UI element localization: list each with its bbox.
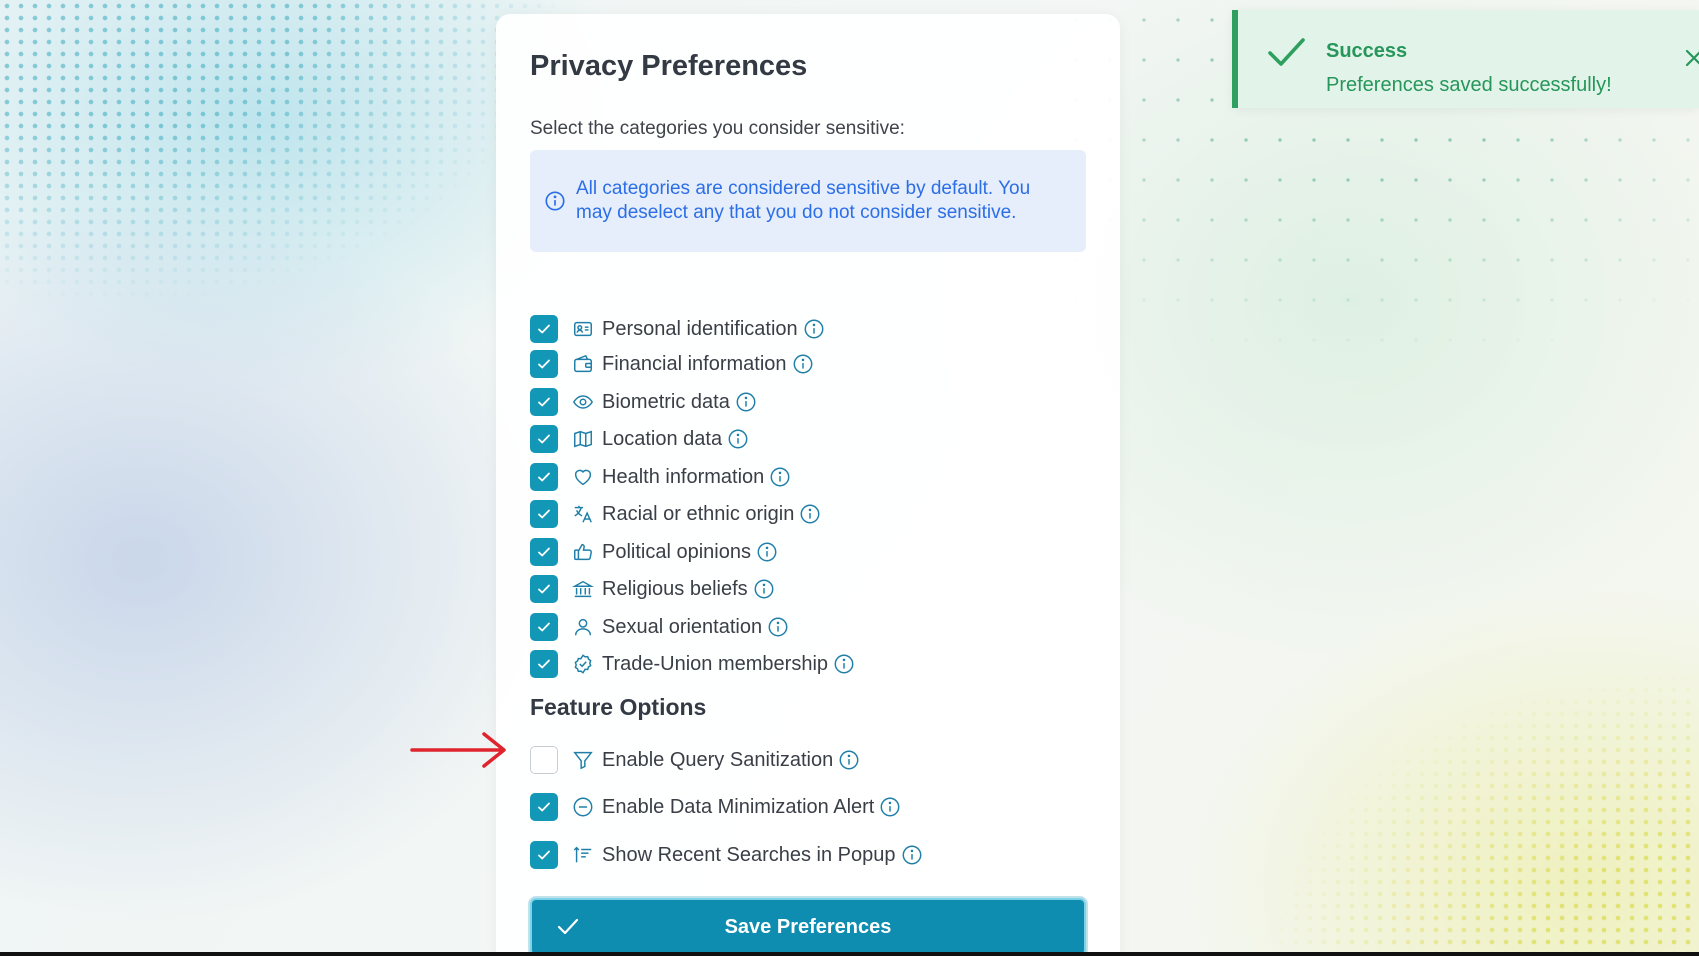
checkbox[interactable]	[530, 575, 558, 603]
info-icon[interactable]	[727, 428, 749, 450]
category-row[interactable]: Biometric data	[530, 387, 757, 417]
category-label: Religious beliefs	[602, 577, 748, 600]
checkbox[interactable]	[530, 841, 558, 869]
toast-title: Success	[1326, 40, 1408, 62]
feature-options-heading: Feature Options	[530, 694, 707, 720]
eye-icon	[572, 395, 594, 409]
info-icon[interactable]	[879, 796, 901, 818]
category-label: Health information	[602, 465, 765, 488]
checkbox[interactable]	[530, 315, 558, 343]
checkbox[interactable]	[530, 793, 558, 821]
info-icon[interactable]	[833, 653, 855, 675]
checkbox[interactable]	[530, 538, 558, 566]
info-icon[interactable]	[838, 749, 860, 771]
heart-icon	[574, 469, 592, 486]
category-row[interactable]: Location data	[530, 424, 749, 454]
check-icon	[557, 918, 579, 935]
info-icon[interactable]	[799, 503, 821, 525]
red-arrow-annotation	[410, 732, 506, 768]
panel-subtitle: Select the categories you consider sensi…	[530, 118, 905, 139]
category-row[interactable]: Religious beliefs	[530, 574, 775, 604]
info-icon[interactable]	[756, 541, 778, 563]
checkmark-icon	[538, 472, 550, 482]
map-icon	[574, 430, 592, 448]
info-icon[interactable]	[735, 391, 757, 413]
language-icon	[574, 505, 592, 523]
category-label: Financial information	[602, 352, 787, 375]
id-card-icon	[574, 321, 592, 337]
user-icon	[574, 618, 592, 636]
category-label: Location data	[602, 427, 723, 450]
checkmark-icon	[538, 659, 550, 669]
sort-icon	[573, 846, 592, 863]
category-label: Personal identification	[602, 317, 798, 340]
dot-pattern-bottom-right	[1079, 576, 1699, 956]
info-icon[interactable]	[803, 318, 825, 340]
info-icon[interactable]	[769, 466, 791, 488]
checkmark-icon	[538, 324, 550, 334]
bottom-edge	[0, 952, 1699, 956]
category-label: Racial or ethnic origin	[602, 502, 795, 525]
notice-text: All categories are considered sensitive …	[576, 178, 1031, 223]
close-icon[interactable]	[1684, 48, 1699, 68]
checkbox[interactable]	[530, 650, 558, 678]
category-label: Biometric data	[602, 390, 730, 413]
checkbox[interactable]	[530, 746, 558, 774]
category-row[interactable]: Health information	[530, 462, 791, 492]
category-label: Sexual orientation	[602, 615, 763, 638]
info-icon[interactable]	[901, 844, 923, 866]
minus-circle-icon	[573, 797, 593, 817]
checkbox[interactable]	[530, 388, 558, 416]
building-columns-icon	[572, 580, 594, 598]
page-title: Privacy Preferences	[530, 50, 808, 82]
feature-option-label: Show Recent Searches in Popup	[602, 843, 896, 866]
checkmark-icon	[538, 850, 550, 860]
checkbox[interactable]	[530, 613, 558, 641]
info-icon[interactable]	[753, 578, 775, 600]
checkmark-icon	[538, 584, 550, 594]
checkbox[interactable]	[530, 425, 558, 453]
success-toast: Success Preferences saved successfully!	[1232, 10, 1699, 108]
checkbox[interactable]	[530, 500, 558, 528]
category-row[interactable]: Financial information	[530, 349, 814, 379]
save-button-label: Save Preferences	[724, 915, 892, 938]
checkmark-icon	[538, 509, 550, 519]
feature-option-label: Enable Query Sanitization	[602, 748, 834, 771]
category-row[interactable]: Personal identification	[530, 314, 825, 344]
category-label: Political opinions	[602, 540, 751, 563]
toast-message: Preferences saved successfully!	[1326, 74, 1612, 96]
feature-option-row[interactable]: Show Recent Searches in Popup	[530, 840, 923, 870]
feature-option-row[interactable]: Enable Query Sanitization	[530, 745, 860, 775]
category-row[interactable]: Political opinions	[530, 537, 778, 567]
badge-check-icon	[574, 654, 592, 674]
checkmark-icon	[538, 547, 550, 557]
feature-option-row[interactable]: Enable Data Minimization Alert	[530, 792, 901, 822]
category-row[interactable]: Sexual orientation	[530, 612, 789, 642]
checkmark-icon	[538, 434, 550, 444]
info-icon[interactable]	[792, 353, 814, 375]
checkbox[interactable]	[530, 463, 558, 491]
save-preferences-button[interactable]: Save Preferences	[530, 898, 1086, 956]
checkmark-icon	[538, 622, 550, 632]
info-icon	[545, 191, 565, 211]
wallet-icon	[574, 354, 592, 373]
feature-option-label: Enable Data Minimization Alert	[602, 795, 875, 818]
thumbs-up-icon	[574, 543, 592, 561]
category-row[interactable]: Trade-Union membership	[530, 649, 855, 679]
filter-icon	[573, 751, 593, 770]
category-label: Trade-Union membership	[602, 652, 829, 675]
checkmark-icon	[538, 359, 550, 369]
checkbox[interactable]	[530, 350, 558, 378]
info-icon[interactable]	[767, 616, 789, 638]
category-row[interactable]: Racial or ethnic origin	[530, 499, 821, 529]
dot-pattern-top-left	[0, 0, 560, 420]
info-notice: All categories are considered sensitive …	[530, 150, 1086, 252]
privacy-preferences-panel: Privacy Preferences Select the categorie…	[496, 14, 1120, 956]
checkmark-icon	[538, 802, 550, 812]
checkmark-icon	[538, 397, 550, 407]
success-check-icon	[1268, 38, 1305, 66]
